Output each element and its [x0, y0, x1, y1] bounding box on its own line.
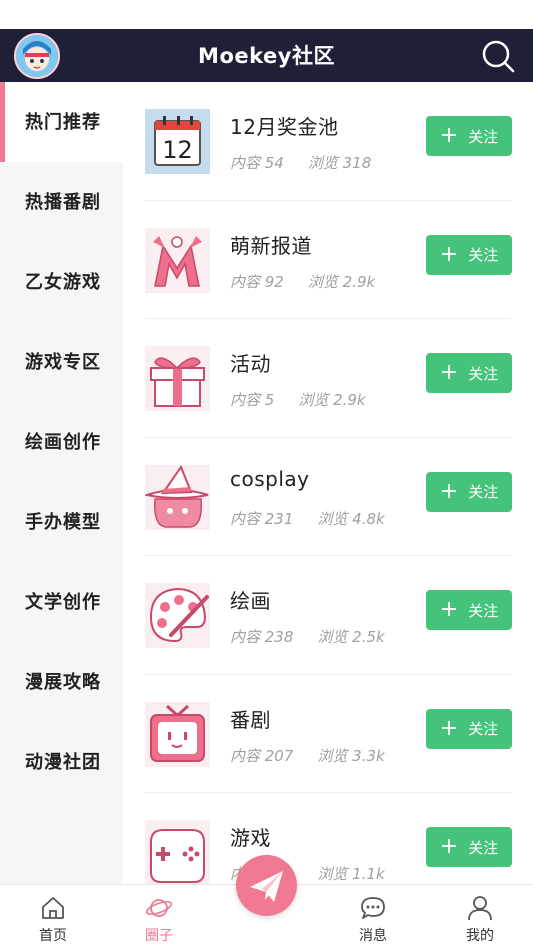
search-button[interactable] — [479, 37, 517, 75]
circle-name: 萌新报道 — [230, 233, 312, 258]
sidebar-item-anime[interactable]: 热播番剧 — [0, 162, 123, 242]
plus-icon: + — [439, 360, 459, 385]
tab-profile[interactable]: 我的 — [427, 885, 533, 948]
sidebar-item-hot[interactable]: 热门推荐 — [0, 82, 123, 162]
gamepad-icon — [145, 820, 210, 884]
palette-icon — [145, 583, 210, 648]
status-bar — [0, 0, 533, 29]
follow-button[interactable]: + 关注 — [426, 116, 512, 156]
calendar-icon: 12 — [145, 109, 210, 174]
sidebar-item-drawing[interactable]: 绘画创作 — [0, 402, 123, 482]
sidebar-item-label: 文学创作 — [25, 592, 101, 613]
sidebar-item-label: 手办模型 — [25, 512, 101, 533]
circle-name: 活动 — [230, 352, 271, 376]
follow-button[interactable]: + 关注 — [426, 353, 512, 393]
follow-button[interactable]: + 关注 — [426, 708, 512, 749]
circle-name: 12月奖金池 — [230, 115, 339, 139]
circle-stats: 内容 238 浏览 2.5k — [230, 628, 385, 646]
circle-stats: 内容 231 浏览 4.8k — [230, 509, 385, 528]
follow-button[interactable]: + 关注 — [426, 471, 512, 512]
plus-icon: + — [439, 241, 459, 267]
list-item[interactable]: 萌新报道 内容 92 浏览 2.9k + 关注 — [123, 201, 533, 319]
sidebar-item-label: 动漫社团 — [25, 752, 101, 773]
sidebar-item-label: 绘画创作 — [25, 432, 101, 453]
chat-icon — [361, 897, 385, 919]
app-screen: Moekey社区 热门推荐 热播番剧 乙女游戏 游戏专区 绘画创作 手办模型 文… — [0, 0, 533, 948]
home-icon — [42, 897, 64, 919]
header: Moekey社区 — [0, 29, 533, 82]
letter-m-icon — [145, 227, 210, 293]
circle-name: cosplay — [230, 466, 310, 491]
svg-text:12: 12 — [162, 136, 193, 164]
circle-stats: 内容 207 浏览 3.3k — [230, 746, 385, 765]
circle-list: 12 12月奖金池 内容 54 浏览 318 + 关注 萌新报道 内容 92 浏览 2… — [123, 82, 533, 884]
sidebar-item-label: 游戏专区 — [25, 352, 101, 373]
search-icon — [482, 40, 515, 73]
follow-button[interactable]: + 关注 — [426, 590, 512, 630]
post-button[interactable] — [236, 855, 297, 916]
circle-name: 游戏 — [230, 826, 271, 850]
circle-stats: 内容 92 浏览 2.9k — [230, 272, 376, 291]
tab-label: 我的 — [466, 928, 494, 944]
sidebar-item-label: 漫展攻略 — [25, 672, 101, 693]
circle-stats: 内容 54 浏览 318 — [230, 154, 372, 172]
sidebar-item-otome[interactable]: 乙女游戏 — [0, 242, 123, 322]
tab-label: 消息 — [359, 928, 387, 944]
tab-label: 首页 — [39, 928, 67, 944]
follow-button[interactable]: + 关注 — [426, 234, 512, 275]
sidebar-item-clubs[interactable]: 动漫社团 — [0, 722, 123, 802]
tv-icon — [145, 701, 210, 767]
tab-circles[interactable]: 圈子 — [106, 885, 212, 948]
list-item[interactable]: 12 12月奖金池 内容 54 浏览 318 + 关注 — [123, 82, 533, 201]
follow-button[interactable]: + 关注 — [426, 827, 512, 867]
sidebar-item-figures[interactable]: 手办模型 — [0, 482, 123, 562]
list-item[interactable]: cosplay 内容 231 浏览 4.8k + 关注 — [123, 438, 533, 556]
plus-icon: + — [439, 834, 459, 859]
list-item[interactable]: 活动 内容 5 浏览 2.9k + 关注 — [123, 319, 533, 438]
sidebar-item-label: 热播番剧 — [25, 192, 101, 213]
paper-plane-icon — [250, 871, 283, 902]
planet-icon — [145, 899, 173, 917]
sidebar-item-literature[interactable]: 文学创作 — [0, 562, 123, 642]
plus-icon: + — [439, 597, 459, 622]
witch-hat-icon — [143, 464, 210, 530]
person-icon — [468, 896, 492, 921]
circle-name: 番剧 — [230, 707, 271, 732]
tab-label: 圈子 — [145, 928, 173, 944]
list-item[interactable]: 绘画 内容 238 浏览 2.5k + 关注 — [123, 556, 533, 675]
page-title: Moekey社区 — [198, 44, 335, 68]
sidebar-item-expo[interactable]: 漫展攻略 — [0, 642, 123, 722]
sidebar-item-label: 热门推荐 — [25, 112, 101, 133]
category-sidebar: 热门推荐 热播番剧 乙女游戏 游戏专区 绘画创作 手办模型 文学创作 漫展攻略 … — [0, 82, 123, 884]
circle-stats: 内容 5 浏览 2.9k — [230, 391, 366, 409]
tab-home[interactable]: 首页 — [0, 885, 106, 948]
tab-messages[interactable]: 消息 — [320, 885, 426, 948]
plus-icon: + — [439, 123, 459, 148]
sidebar-item-games[interactable]: 游戏专区 — [0, 322, 123, 402]
list-item[interactable]: 游戏 内容 303浏览 1.1k +关注 — [123, 793, 533, 884]
list-item[interactable]: 番剧 内容 207 浏览 3.3k + 关注 — [123, 675, 533, 793]
gift-icon — [145, 346, 210, 411]
plus-icon: + — [439, 715, 459, 741]
sidebar-item-label: 乙女游戏 — [25, 272, 101, 293]
circle-name: 绘画 — [230, 589, 271, 613]
plus-icon: + — [439, 478, 459, 504]
